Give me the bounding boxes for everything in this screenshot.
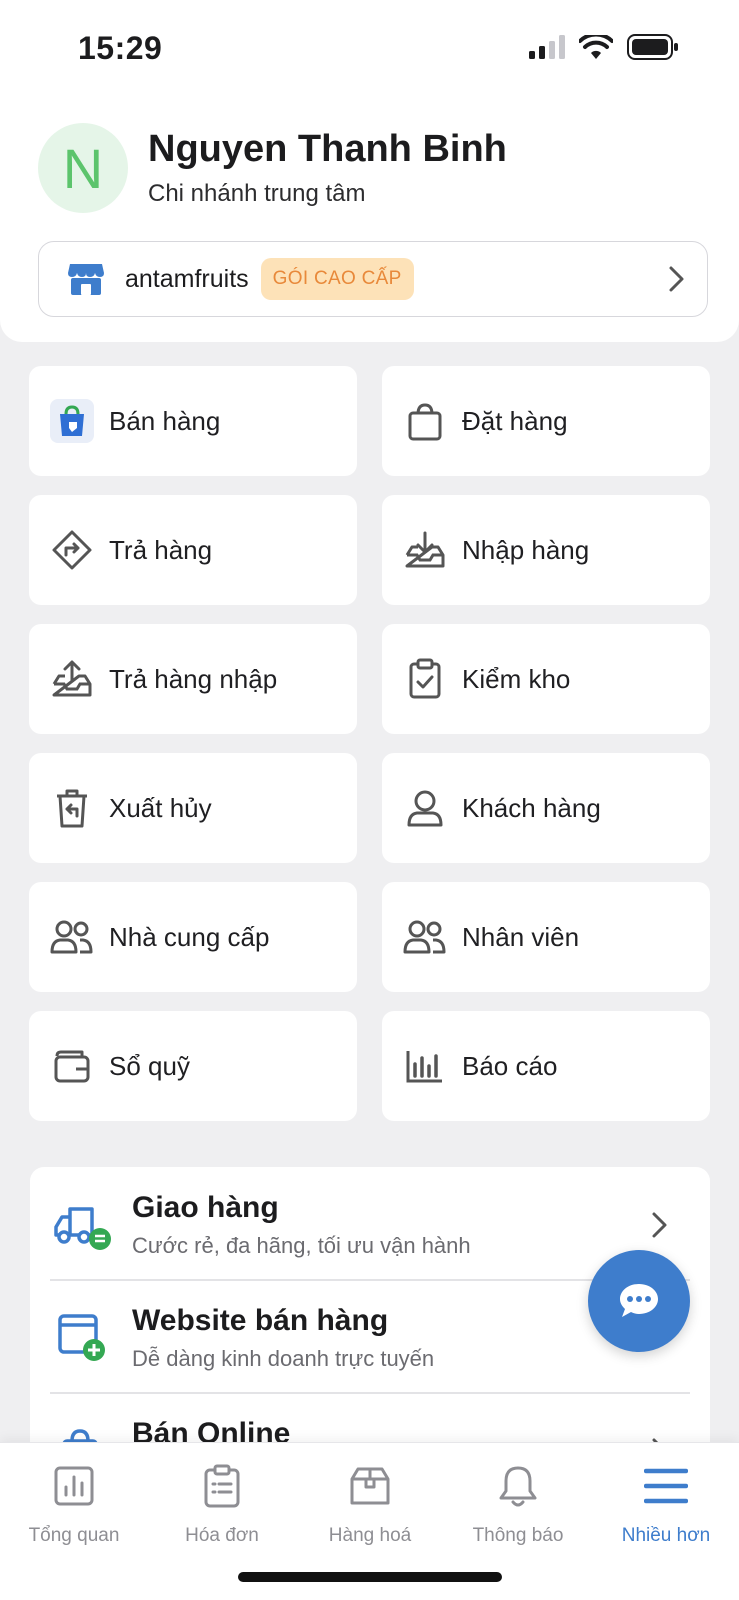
chat-bubble-icon	[620, 1284, 658, 1317]
menu-label: Nhà cung cấp	[109, 921, 270, 952]
tab-hoa-don[interactable]: Hóa đơn	[148, 1457, 296, 1547]
menu-label: Xuất hủy	[109, 792, 212, 823]
website-add-icon	[58, 1314, 105, 1361]
status-icons	[529, 34, 679, 60]
signal-icon	[529, 35, 565, 59]
service-title: Giao hàng	[132, 1191, 279, 1224]
shopping-bag-colored-icon	[49, 398, 95, 444]
trash-return-icon	[49, 785, 95, 831]
tab-nhieu-hon[interactable]: Nhiều hơn	[592, 1457, 739, 1547]
menu-nhap-hang[interactable]: Nhập hàng	[382, 495, 710, 605]
battery-icon	[627, 34, 678, 60]
menu-icon	[644, 1468, 688, 1504]
person-icon	[402, 785, 448, 831]
shopping-bag-icon	[402, 398, 448, 444]
menu-label: Đặt hàng	[462, 405, 568, 436]
menu-label: Báo cáo	[462, 1050, 558, 1081]
home-indicator	[238, 1572, 502, 1582]
store-icon	[68, 264, 104, 295]
tab-hang-hoa[interactable]: Hàng hoá	[296, 1457, 444, 1547]
plan-badge: GÓI CAO CẤP	[260, 258, 414, 300]
people-icon	[49, 914, 95, 960]
menu-kiem-kho[interactable]: Kiểm kho	[382, 624, 710, 734]
menu-ban-hang[interactable]: Bán hàng	[29, 366, 357, 476]
bar-chart-icon	[402, 1043, 448, 1089]
tab-label: Hóa đơn	[185, 1525, 259, 1546]
menu-so-quy[interactable]: Sổ quỹ	[29, 1011, 357, 1121]
return-arrow-diamond-icon	[49, 527, 95, 573]
wifi-icon	[579, 34, 613, 59]
inbox-upload-icon	[49, 656, 95, 702]
service-desc: Dễ dàng kinh doanh trực tuyến	[132, 1346, 435, 1371]
chevron-right-icon	[669, 266, 684, 292]
menu-label: Nhập hàng	[462, 534, 590, 565]
menu-label: Trả hàng	[109, 534, 213, 565]
avatar[interactable]: N	[38, 123, 128, 213]
store-selector[interactable]: antamfruits GÓI CAO CẤP	[38, 241, 708, 317]
branch-name: Chi nhánh trung tâm	[148, 180, 366, 207]
service-title: Website bán hàng	[132, 1304, 389, 1337]
tab-label: Tổng quan	[28, 1525, 120, 1546]
chart-icon	[54, 1466, 94, 1506]
status-time: 15:29	[78, 30, 163, 66]
inbox-download-icon	[402, 527, 448, 573]
menu-label: Kiểm kho	[462, 663, 571, 694]
menu-label: Trả hàng nhập	[109, 663, 278, 694]
store-name: antamfruits	[125, 264, 249, 293]
wallet-icon	[49, 1043, 95, 1089]
delivery-truck-icon	[54, 1207, 111, 1250]
menu-nhan-vien[interactable]: Nhân viên	[382, 882, 710, 992]
menu-grid: Bán hàng Đặt hàng Trả hàng Nhập hàng Trả…	[29, 366, 710, 1121]
menu-label: Nhân viên	[462, 921, 580, 952]
menu-label: Khách hàng	[462, 792, 601, 823]
tab-label: Hàng hoá	[328, 1525, 412, 1546]
menu-tra-hang-nhap[interactable]: Trả hàng nhập	[29, 624, 357, 734]
chat-fab-button[interactable]	[588, 1250, 690, 1352]
bell-icon	[499, 1466, 537, 1507]
invoice-icon	[204, 1464, 240, 1508]
menu-tra-hang[interactable]: Trả hàng	[29, 495, 357, 605]
menu-dat-hang[interactable]: Đặt hàng	[382, 366, 710, 476]
chevron-right-icon	[652, 1212, 667, 1238]
menu-bao-cao[interactable]: Báo cáo	[382, 1011, 710, 1121]
tab-label: Nhiều hơn	[621, 1525, 711, 1546]
clipboard-check-icon	[402, 656, 448, 702]
tab-label: Thông báo	[472, 1525, 564, 1546]
profile-header: 15:29 N Nguyen Thanh Binh Chi nhánh trun…	[0, 0, 739, 342]
tab-thong-bao[interactable]: Thông báo	[444, 1457, 592, 1547]
user-name: Nguyen Thanh Binh	[148, 128, 507, 170]
menu-label: Bán hàng	[109, 405, 221, 436]
menu-nha-cung-cap[interactable]: Nhà cung cấp	[29, 882, 357, 992]
menu-xuat-huy[interactable]: Xuất hủy	[29, 753, 357, 863]
menu-khach-hang[interactable]: Khách hàng	[382, 753, 710, 863]
tab-tong-quan[interactable]: Tổng quan	[0, 1457, 148, 1547]
people-icon	[402, 914, 448, 960]
service-desc: Cước rẻ, đa hãng, tối ưu vận hành	[132, 1233, 471, 1258]
box-icon	[350, 1467, 390, 1505]
menu-label: Sổ quỹ	[109, 1050, 190, 1081]
